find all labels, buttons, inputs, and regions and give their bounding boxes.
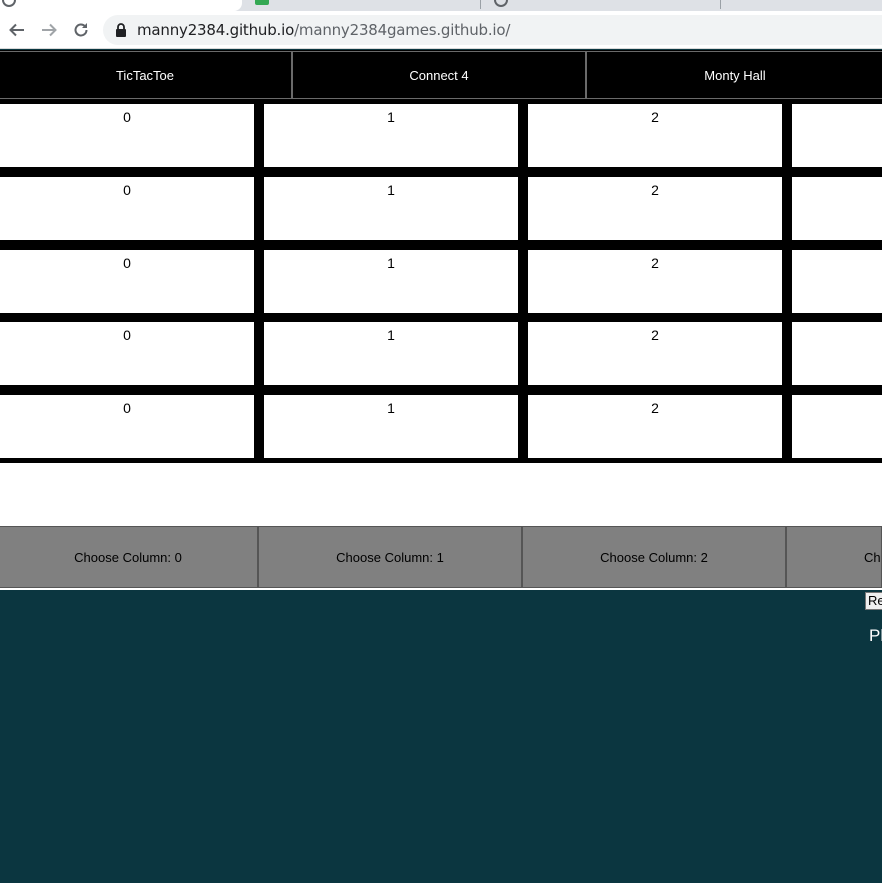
connect-four-board: 0 1 2 0 1 2 0 1 2 0 1 2 0 1 2 (0, 100, 882, 463)
globe-favicon-icon (494, 0, 508, 7)
board-cell[interactable]: 1 (264, 322, 518, 385)
board-cell[interactable]: 1 (264, 177, 518, 240)
board-cell[interactable]: 0 (0, 177, 254, 240)
board-cell[interactable] (792, 177, 882, 240)
choose-column-0-button[interactable]: Choose Column: 0 (0, 526, 258, 588)
nav-connect-4[interactable]: Connect 4 (292, 51, 586, 99)
tab-separator (720, 0, 721, 9)
board-cell[interactable]: 2 (528, 177, 782, 240)
board-cell[interactable]: 1 (264, 104, 518, 167)
address-bar[interactable]: manny2384.github.io/manny2384games.githu… (103, 15, 882, 45)
forward-button[interactable] (36, 17, 62, 43)
board-cell[interactable]: 1 (264, 250, 518, 313)
board-cell[interactable] (792, 395, 882, 458)
nav-monty-hall[interactable]: Monty Hall (586, 51, 882, 99)
reload-button[interactable] (68, 17, 94, 43)
board-cell[interactable]: 2 (528, 395, 782, 458)
player-status-text: Player (869, 626, 882, 645)
arrow-right-icon (42, 23, 57, 37)
game-nav-bar: TicTacToe Connect 4 Monty Hall (0, 50, 882, 100)
back-button[interactable] (4, 17, 30, 43)
board-cell[interactable]: 2 (528, 104, 782, 167)
choose-column-3-button[interactable]: Choose Column: 3 (786, 526, 882, 588)
board-cell[interactable] (792, 322, 882, 385)
page-body: TicTacToe Connect 4 Monty Hall 0 1 2 0 1… (0, 50, 882, 883)
divider (0, 588, 882, 590)
url-path: /manny2384games.github.io/ (294, 21, 511, 39)
browser-tab-strip (0, 0, 882, 11)
choose-column-1-button[interactable]: Choose Column: 1 (258, 526, 522, 588)
url-host: manny2384.github.io (137, 21, 295, 39)
url-text: manny2384.github.io/manny2384games.githu… (137, 21, 510, 39)
nav-tictactoe[interactable]: TicTacToe (0, 51, 292, 99)
reload-icon (74, 23, 88, 37)
board-cell[interactable] (792, 104, 882, 167)
browser-tab-active[interactable] (0, 0, 242, 11)
board-cell[interactable]: 0 (0, 322, 254, 385)
choose-column-2-button[interactable]: Choose Column: 2 (522, 526, 786, 588)
board-cell[interactable]: 1 (264, 395, 518, 458)
board-cell[interactable]: 0 (0, 104, 254, 167)
reset-button[interactable]: Reset (865, 592, 882, 610)
board-cell[interactable]: 2 (528, 322, 782, 385)
browser-toolbar: manny2384.github.io/manny2384games.githu… (0, 11, 882, 49)
board-cell[interactable] (792, 250, 882, 313)
lock-icon (116, 23, 126, 37)
tab-separator (480, 0, 481, 9)
arrow-left-icon (9, 23, 24, 37)
board-cell[interactable]: 2 (528, 250, 782, 313)
board-cell[interactable]: 0 (0, 395, 254, 458)
board-spacer (0, 463, 882, 526)
spreadsheet-favicon-icon (255, 0, 269, 5)
board-cell[interactable]: 0 (0, 250, 254, 313)
